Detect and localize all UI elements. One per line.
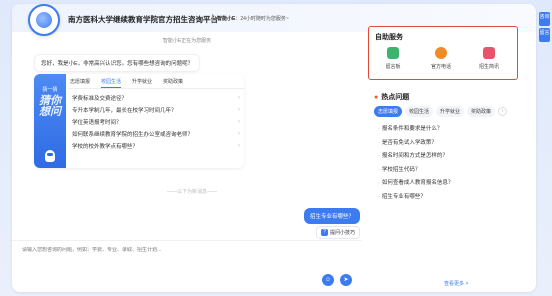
assistant-name: 智能小E (217, 16, 236, 22)
page-title: 南方医科大学继续教育学院官方招生咨询平台 (68, 15, 218, 24)
faq-item-text: 专升本学制几年，最长在校学习时间几年？ (72, 108, 177, 114)
greeting-bubble: 您好，我是小E，非常高兴认识您。您有哪些想咨询的问题呢？ (34, 54, 201, 72)
self-service-message-board[interactable]: 留言板 (375, 47, 411, 70)
faq-item[interactable]: 如何联系继续教育学院的招生办公室或咨询老师？ › (72, 128, 240, 140)
hot-item[interactable]: 是否有免试入学政策？ (378, 138, 518, 152)
faq-tab-career[interactable]: 升学就业 (132, 78, 152, 88)
consult-window: 南方医科大学继续教育学院官方招生咨询平台 智能小E：24小时随时为您服务~ 智能… (12, 4, 536, 292)
faq-item-text: 学位英语报考时间？ (72, 120, 122, 126)
chevron-right-icon: › (238, 143, 240, 149)
self-service-phone[interactable]: 官方电话 (423, 47, 459, 70)
hot-item[interactable]: 报名时间和方式是怎样的？ (378, 151, 518, 165)
self-service-news[interactable]: 招生简讯 (471, 47, 507, 70)
faq-tab-campus[interactable]: 校园生活 (101, 78, 122, 88)
faq-item[interactable]: 专升本学制几年，最长在校学习时间几年？ › (72, 104, 240, 116)
faq-tab-aid[interactable]: 奖助政策 (163, 78, 183, 88)
message-board-icon (387, 47, 399, 59)
service-hours-text: 24小时随时为您服务~ (240, 16, 289, 22)
chevron-right-icon: › (238, 131, 240, 137)
send-icon: ➤ (343, 277, 349, 283)
hot-tab-aid[interactable]: 奖助政策 (467, 106, 496, 117)
header-divider (212, 14, 213, 22)
hot-tab-volunteer[interactable]: 志愿填报 (374, 106, 403, 117)
hot-item[interactable]: 报名条件和要求是什么？ (378, 124, 518, 138)
chevron-right-icon: › (238, 95, 240, 101)
hot-tab-campus[interactable]: 校园生活 (405, 106, 434, 117)
right-panel: 自助服务 留言板 官方电话 招生简讯 ● 热点问题 志愿填报 校园生活 升学就业… (368, 26, 528, 292)
self-service-label: 招生简讯 (478, 64, 499, 70)
question-icon: ? (321, 229, 328, 236)
user-message-bubble: 招生专业有哪些？ (304, 208, 361, 224)
hot-list: 报名条件和要求是什么？ 是否有免试入学政策？ 报名时间和方式是怎样的？ 学校招生… (378, 124, 518, 205)
view-more-link[interactable]: 查看更多 > (444, 280, 468, 287)
chevron-right-icon: › (238, 119, 240, 125)
faq-list: 学费标准及交费途径？ › 专升本学制几年，最长在校学习时间几年？ › 学位英语报考时… (72, 92, 240, 152)
hot-item[interactable]: 招生专业有哪些？ (378, 192, 518, 206)
message-input[interactable] (22, 247, 312, 253)
hot-item[interactable]: 学校招生代码？ (378, 165, 518, 179)
hot-title-text: 热点问题 (381, 94, 410, 101)
faq-item-text: 如何联系继续教育学院的招生办公室或咨询老师？ (72, 132, 194, 138)
chevron-right-icon[interactable]: › (498, 107, 508, 116)
faq-tab-volunteer[interactable]: 志愿填报 (70, 78, 90, 88)
hot-item[interactable]: 如何查看成人教育报名信息？ (378, 178, 518, 192)
chat-panel: 智能小E正在为您服务 您好，我是小E，非常高兴认识您。您有哪些想咨询的问题呢？ … (12, 32, 362, 292)
hot-questions-title: ● 热点问题 (374, 92, 409, 102)
faq-divider (68, 88, 244, 89)
phone-icon (435, 47, 447, 59)
faq-item-text: 学校的校外教学点有哪些？ (72, 144, 139, 150)
chevron-right-icon: › (238, 107, 240, 113)
emoji-button[interactable]: ☺ (322, 274, 334, 286)
side-consult-button[interactable]: 咨询 (539, 12, 550, 26)
hot-tabs: 志愿填报 校园生活 升学就业 奖助政策 › (374, 106, 508, 117)
faq-item[interactable]: 学位英语报考时间？ › (72, 116, 240, 128)
system-note: 智能小E正在为您服务 (162, 38, 212, 44)
faq-item-text: 学费标准及交费途径？ (72, 96, 128, 102)
self-service-box: 自助服务 留言板 官方电话 招生简讯 (368, 26, 518, 80)
faq-tabs: 志愿填报 校园生活 升学就业 奖助政策 (70, 78, 183, 88)
self-service-title: 自助服务 (375, 34, 403, 41)
send-button[interactable]: ➤ (340, 274, 352, 286)
input-area: ☺ ➤ (12, 240, 362, 292)
hot-tab-career[interactable]: 升学就业 (436, 106, 465, 117)
news-icon (483, 47, 495, 59)
fire-icon: ● (374, 93, 379, 101)
faq-item[interactable]: 学费标准及交费途径？ › (72, 92, 240, 104)
self-service-label: 留言板 (385, 64, 401, 70)
faq-item[interactable]: 学校的校外教学点有哪些？ › (72, 140, 240, 152)
faq-banner: 猜一猜 猜你想问 (34, 74, 66, 168)
new-message-divider: ——以下为新消息—— (166, 189, 217, 195)
banner-big-text: 猜你想问 (39, 95, 61, 118)
robot-icon (45, 150, 55, 162)
side-message-button[interactable]: 留言 (539, 28, 550, 42)
ask-tips-button[interactable]: ? 提问小技巧 (316, 226, 361, 239)
faq-card: 猜一猜 猜你想问 志愿填报 校园生活 升学就业 奖助政策 学费标准及交费途径？ ›… (34, 74, 244, 168)
chat-bubble-icon: ☺ (324, 277, 332, 283)
banner-small-text: 猜一猜 (42, 87, 58, 93)
hot-questions-box: ● 热点问题 志愿填报 校园生活 升学就业 奖助政策 › 报名条件和要求是什么？… (368, 88, 528, 292)
self-service-label: 官方电话 (430, 64, 451, 70)
header-subtitle: 智能小E：24小时随时为您服务~ (217, 16, 289, 22)
ask-tips-label: 提问小技巧 (330, 230, 356, 236)
